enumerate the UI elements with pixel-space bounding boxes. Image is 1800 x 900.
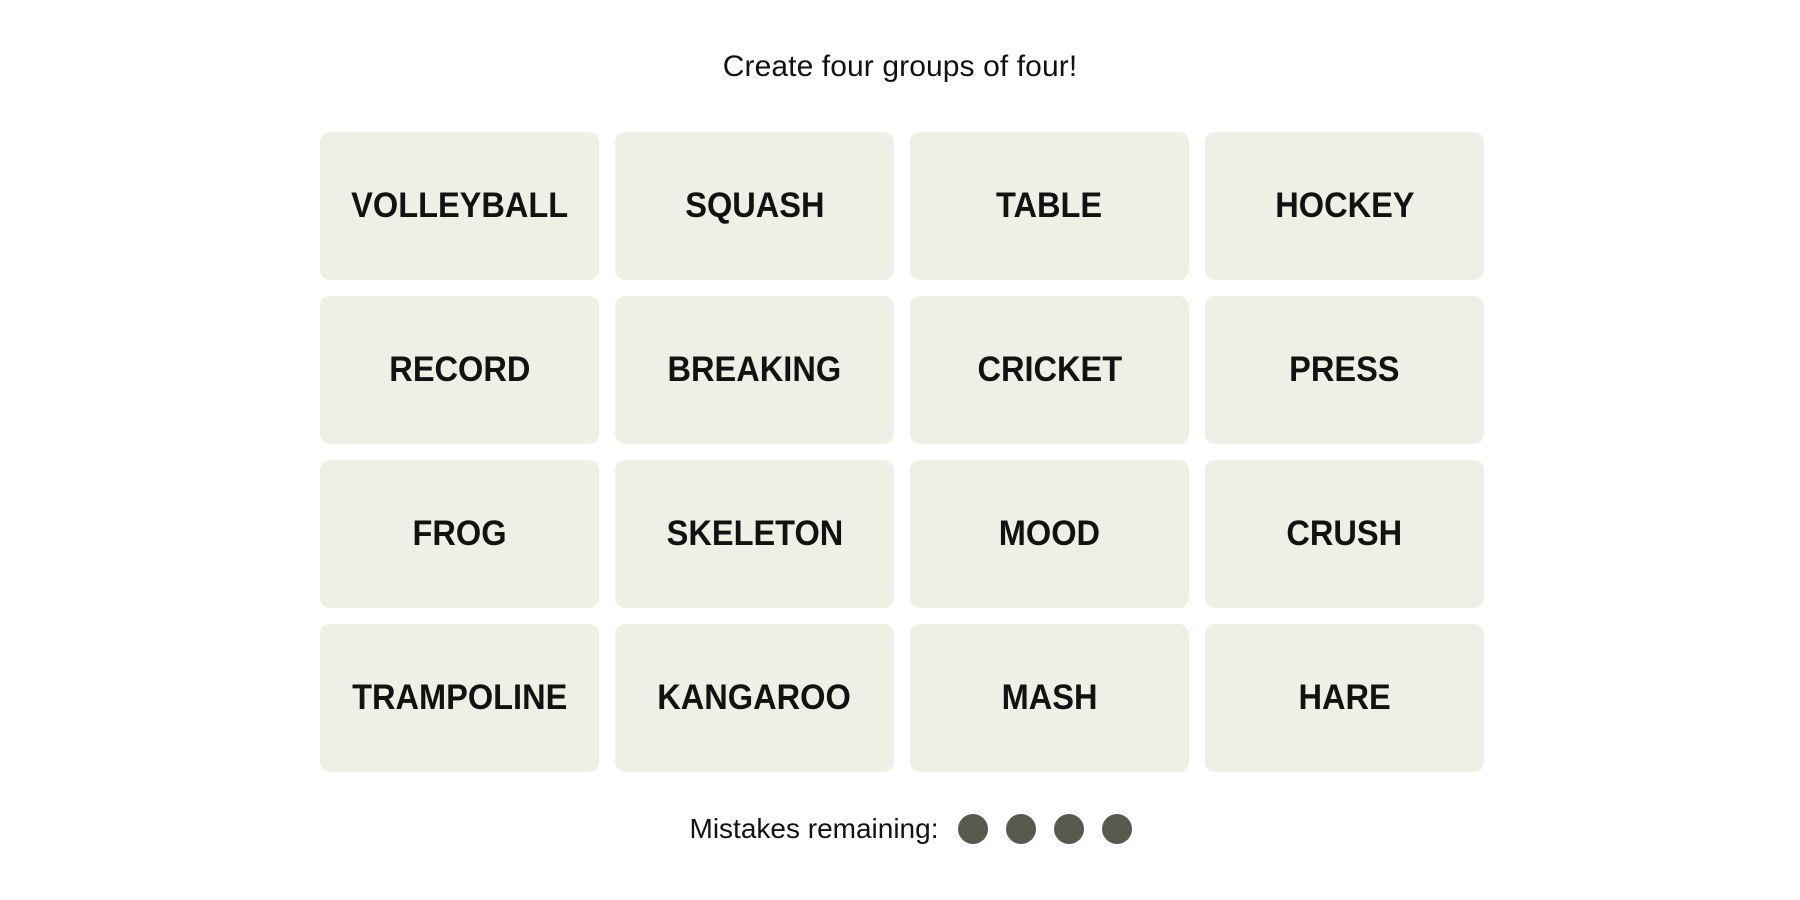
word-tile[interactable]: SKELETON	[615, 460, 894, 608]
word-tile[interactable]: RECORD	[320, 296, 599, 444]
tile-label: FROG	[412, 514, 507, 553]
mistake-dot-icon	[1102, 814, 1133, 844]
mistakes-label: Mistakes remaining:	[689, 813, 939, 844]
mistake-dot-icon	[958, 814, 989, 844]
word-tile[interactable]: HOCKEY	[1205, 132, 1484, 280]
word-tile[interactable]: PRESS	[1205, 296, 1484, 444]
word-tile[interactable]: CRUSH	[1205, 460, 1484, 608]
tile-label: PRESS	[1289, 350, 1400, 389]
word-tile[interactable]: FROG	[320, 460, 599, 608]
tile-label: MOOD	[998, 514, 1101, 553]
word-tile[interactable]: VOLLEYBALL	[320, 132, 599, 280]
tile-label: CRUSH	[1286, 514, 1403, 553]
tile-label: TABLE	[996, 186, 1103, 225]
word-tile[interactable]: TRAMPOLINE	[320, 624, 599, 772]
mistake-dot-icon	[1006, 814, 1037, 844]
word-tile[interactable]: TABLE	[910, 132, 1189, 280]
word-tile[interactable]: CRICKET	[910, 296, 1189, 444]
tile-label: MASH	[1001, 678, 1098, 717]
word-tile[interactable]: MOOD	[910, 460, 1189, 608]
tile-label: RECORD	[388, 350, 531, 389]
tile-label: BREAKING	[667, 350, 842, 389]
tile-label: HARE	[1298, 678, 1391, 717]
word-grid: VOLLEYBALL SQUASH TABLE HOCKEY RECORD BR…	[320, 132, 1484, 772]
tile-label: VOLLEYBALL	[350, 186, 568, 225]
word-tile[interactable]: SQUASH	[615, 132, 894, 280]
tile-label: KANGAROO	[657, 678, 852, 717]
tile-label: TRAMPOLINE	[351, 678, 568, 717]
word-tile[interactable]: HARE	[1205, 624, 1484, 772]
mistake-dot-icon	[1054, 814, 1085, 844]
mistakes-remaining: Mistakes remaining:	[0, 813, 1800, 845]
word-tile[interactable]: MASH	[910, 624, 1189, 772]
tile-label: CRICKET	[977, 350, 1122, 389]
tile-label: SKELETON	[666, 514, 843, 553]
tile-label: HOCKEY	[1274, 186, 1415, 225]
word-tile[interactable]: BREAKING	[615, 296, 894, 444]
game-prompt: Create four groups of four!	[722, 50, 1078, 83]
word-tile[interactable]: KANGAROO	[615, 624, 894, 772]
tile-label: SQUASH	[684, 186, 825, 225]
mistake-dots	[958, 814, 1150, 844]
